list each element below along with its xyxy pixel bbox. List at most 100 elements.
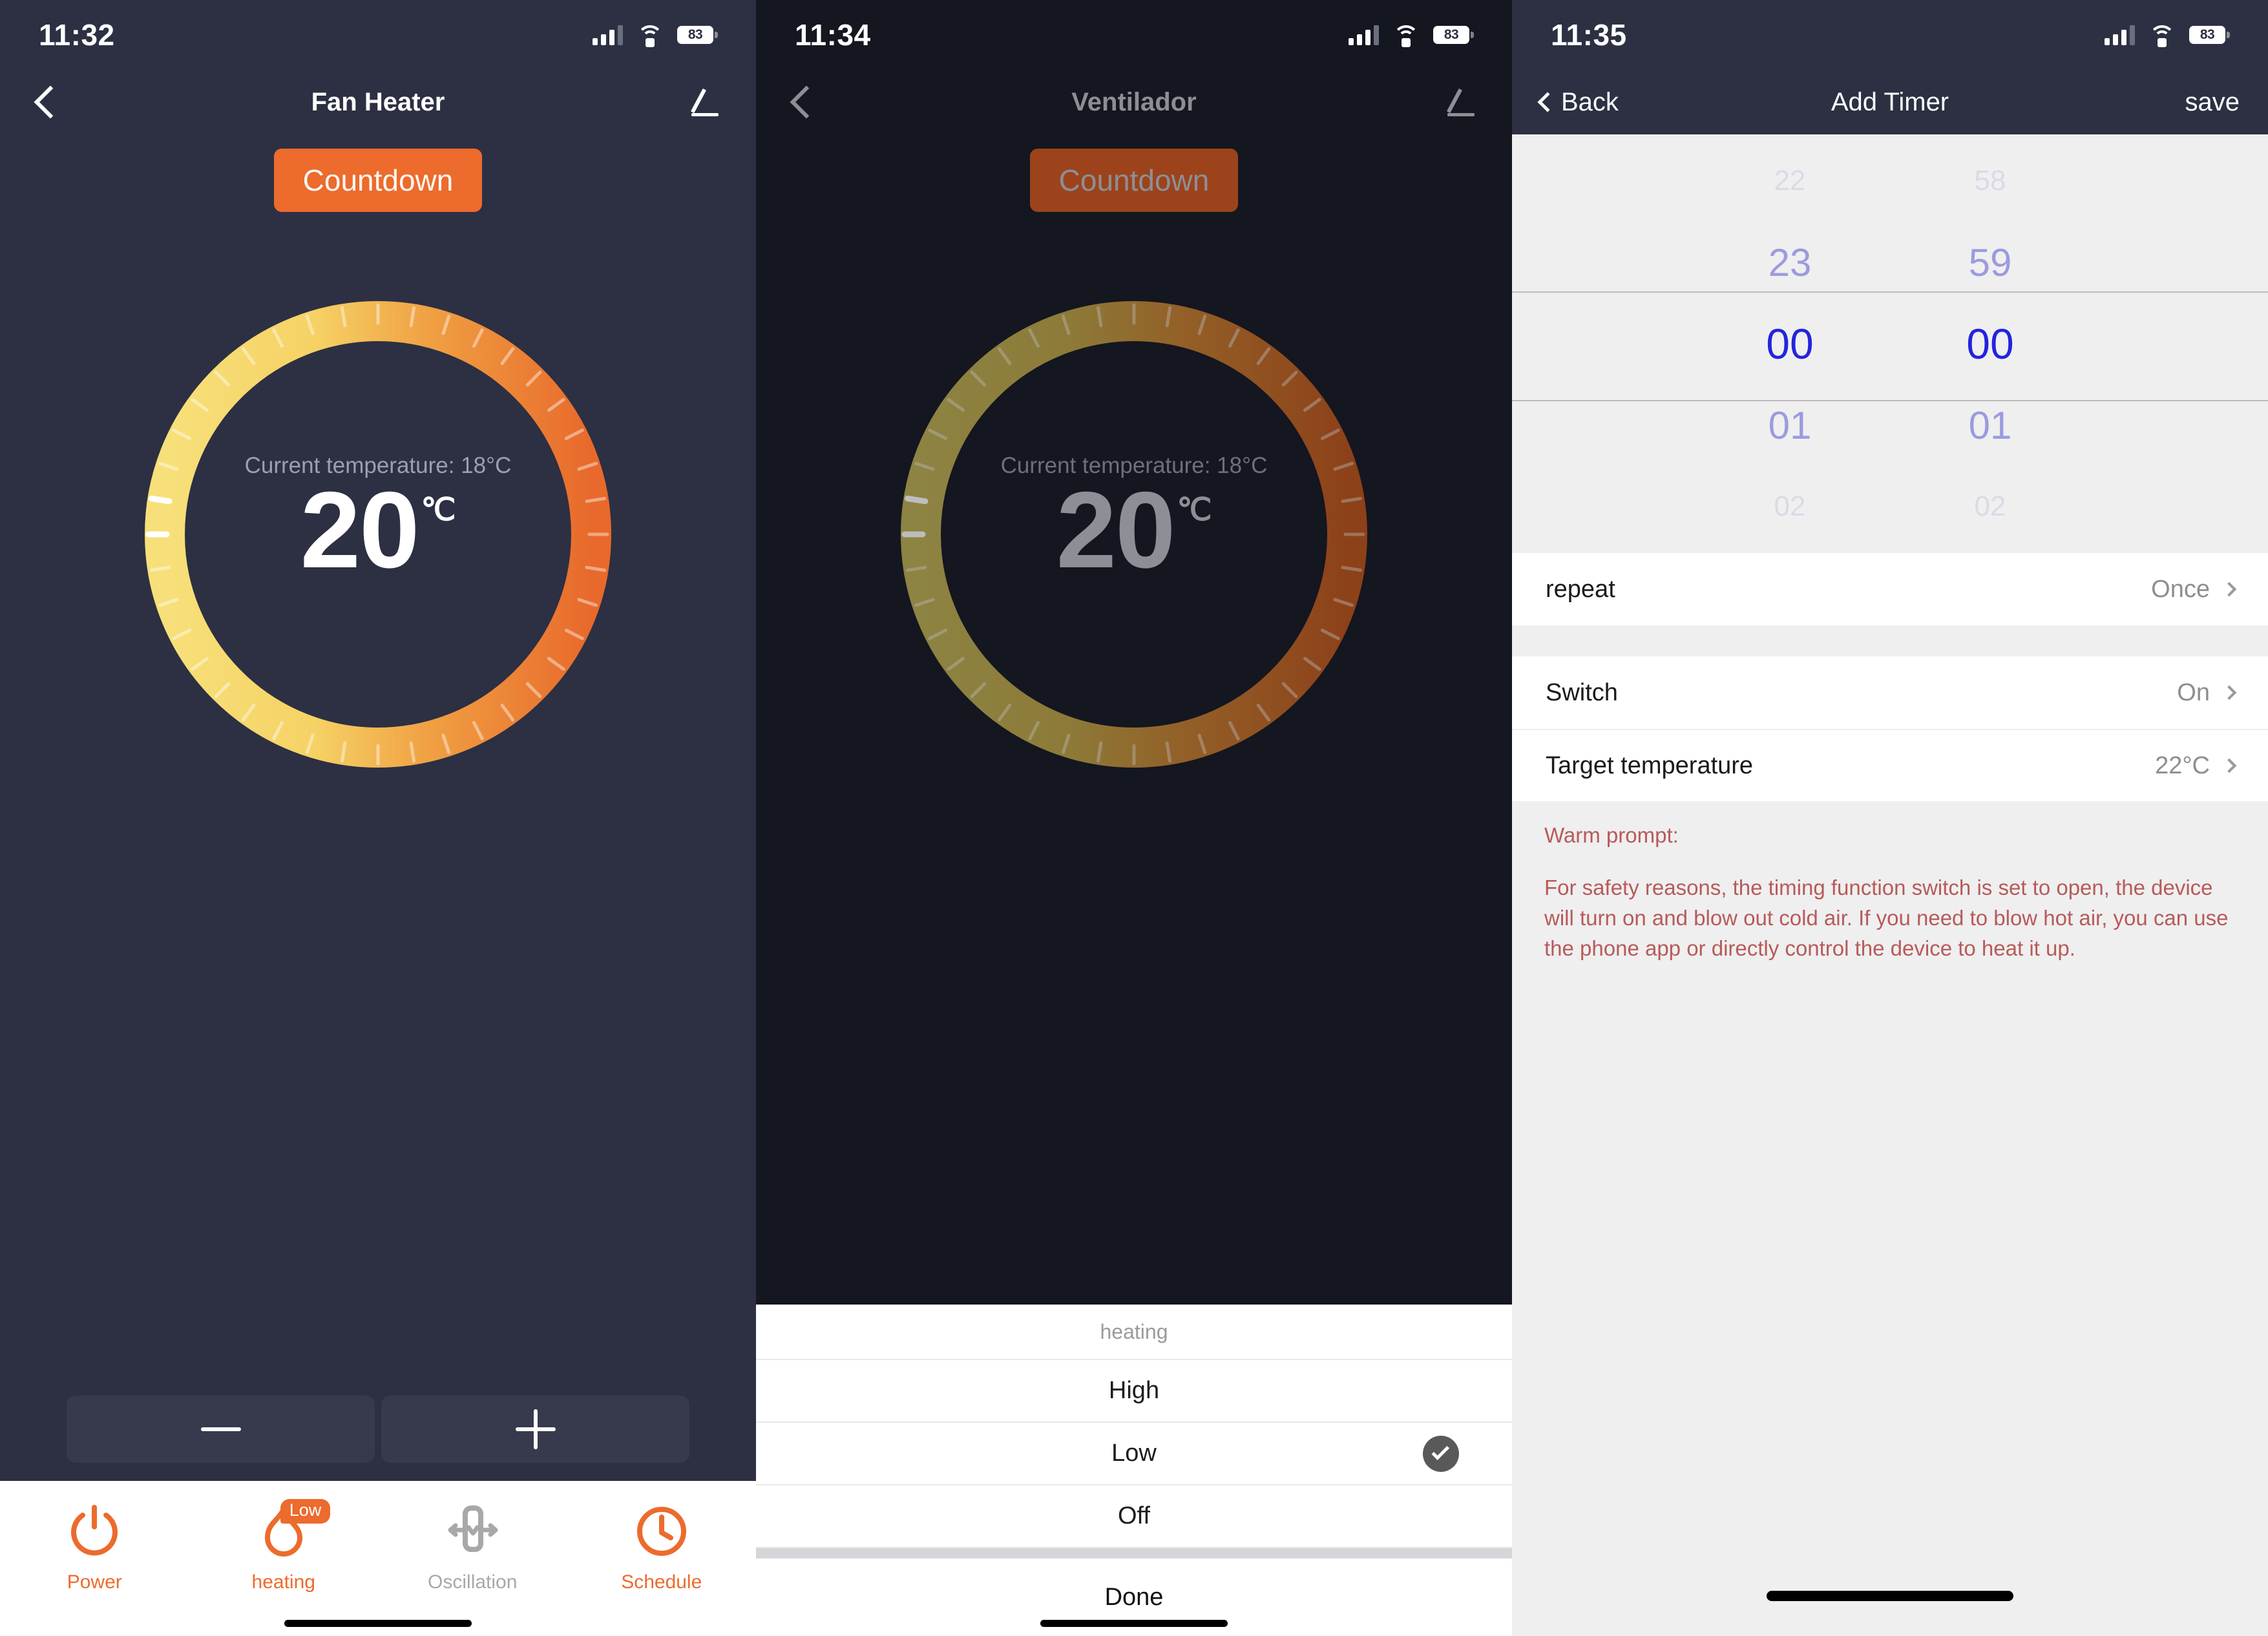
panel-fan-heater: 11:32 83 Fan Heater Countdown Current te… — [0, 0, 756, 1636]
battery-level: 83 — [2200, 27, 2215, 42]
row-label: repeat — [1546, 575, 1615, 603]
tab-schedule[interactable]: Schedule — [567, 1502, 757, 1593]
signal-icon — [1349, 25, 1379, 45]
page-title: Ventilador — [1071, 87, 1197, 116]
status-bar: 11:34 83 — [756, 0, 1512, 70]
set-temperature: 20 ℃ — [1056, 469, 1212, 591]
save-button[interactable]: save — [2185, 88, 2240, 117]
sheet-option-high[interactable]: High — [756, 1360, 1512, 1423]
row-repeat[interactable]: repeat Once — [1512, 553, 2268, 625]
hour-option[interactable]: 01 — [1769, 384, 1812, 466]
tab-label: Schedule — [621, 1571, 702, 1593]
home-indicator — [284, 1620, 472, 1627]
wifi-icon — [637, 25, 663, 47]
sheet-title: heating — [756, 1305, 1512, 1360]
battery-icon: 83 — [677, 26, 718, 44]
hour-wheel[interactable]: 22 23 00 01 02 — [1690, 140, 1890, 547]
clock-icon — [636, 1502, 688, 1561]
check-icon — [1423, 1435, 1459, 1472]
nav-bar: Fan Heater — [0, 70, 756, 134]
status-time: 11:35 — [1551, 18, 1627, 52]
increase-temperature-button[interactable] — [381, 1396, 689, 1463]
minute-option-selected[interactable]: 00 — [1966, 303, 2013, 384]
tab-power[interactable]: Power — [0, 1502, 189, 1593]
set-temperature-unit: ℃ — [421, 493, 456, 528]
section-gap — [1512, 625, 2268, 656]
set-temperature-value: 20 — [1056, 469, 1176, 591]
row-label: Switch — [1546, 678, 1618, 706]
panel-add-timer: 11:35 83 Back Add Timer save 22 23 00 01 — [1512, 0, 2268, 1636]
minute-option[interactable]: 01 — [1969, 384, 2012, 466]
stepper-controls — [0, 1396, 756, 1463]
wifi-icon — [1393, 25, 1419, 47]
chevron-right-icon — [2221, 582, 2237, 597]
row-label: Target temperature — [1546, 751, 1754, 779]
set-temperature-unit: ℃ — [1177, 493, 1212, 528]
three-panel-screenshot: 11:32 83 Fan Heater Countdown Current te… — [0, 0, 2268, 1636]
minute-option[interactable]: 58 — [1975, 140, 2006, 222]
tab-label: Oscillation — [428, 1571, 518, 1593]
panel-ventilador: 11:34 83 Ventilador Countdown Current te… — [756, 0, 1512, 1636]
sheet-option-label: Off — [1118, 1502, 1150, 1529]
hour-option[interactable]: 22 — [1774, 140, 1806, 222]
status-icons: 83 — [2105, 25, 2230, 47]
picker-selection-line-bottom — [1512, 400, 2268, 401]
chevron-right-icon — [2221, 758, 2237, 773]
status-time: 11:32 — [39, 18, 115, 52]
sheet-option-off[interactable]: Off — [756, 1485, 1512, 1548]
countdown-row: Countdown — [756, 149, 1512, 212]
time-picker[interactable]: 22 23 00 01 02 58 59 00 01 02 — [1512, 134, 2268, 553]
pencil-icon[interactable] — [1446, 87, 1477, 118]
status-bar: 11:32 83 — [0, 0, 756, 70]
dial-center: Current temperature: 18°C 20 ℃ — [879, 279, 1389, 790]
power-icon — [70, 1502, 119, 1561]
tab-oscillation[interactable]: Oscillation — [378, 1502, 567, 1593]
tab-heating[interactable]: Low heating — [189, 1499, 379, 1593]
heating-level-badge: Low — [280, 1499, 331, 1524]
minute-option[interactable]: 02 — [1975, 466, 2006, 547]
tab-label: heating — [251, 1571, 315, 1593]
countdown-row: Countdown — [0, 149, 756, 212]
battery-level: 83 — [1444, 27, 1459, 42]
home-indicator — [1767, 1591, 2013, 1601]
temperature-dial[interactable]: Current temperature: 18°C 20 ℃ — [879, 279, 1389, 790]
bottom-tab-bar: Power Low heating Oscillation Schedule — [0, 1481, 756, 1636]
page-title: Fan Heater — [311, 87, 445, 116]
decrease-temperature-button[interactable] — [67, 1396, 375, 1463]
wifi-icon — [2149, 25, 2175, 47]
minute-wheel[interactable]: 58 59 00 01 02 — [1890, 140, 2090, 547]
heating-action-sheet: heating High Low Off Done — [756, 1305, 1512, 1636]
temperature-dial[interactable]: Current temperature: 18°C 20 ℃ — [123, 279, 633, 790]
set-temperature: 20 ℃ — [300, 469, 456, 591]
sheet-option-label: High — [1108, 1377, 1160, 1404]
battery-icon: 83 — [1433, 26, 1474, 44]
row-value: On — [2177, 678, 2210, 706]
countdown-button[interactable]: Countdown — [274, 149, 482, 212]
status-bar: 11:35 83 — [1512, 0, 2268, 70]
row-value: Once — [2151, 575, 2210, 603]
set-temperature-value: 20 — [300, 469, 420, 591]
warm-prompt-heading: Warm prompt: — [1544, 823, 1679, 847]
sheet-divider — [756, 1548, 1512, 1558]
dial-center: Current temperature: 18°C 20 ℃ — [123, 279, 633, 790]
warm-prompt-body: For safety reasons, the timing function … — [1544, 875, 2229, 960]
home-indicator — [1040, 1620, 1228, 1627]
signal-icon — [593, 25, 623, 45]
sheet-option-low[interactable]: Low — [756, 1423, 1512, 1485]
sheet-option-label: Low — [1111, 1440, 1157, 1467]
tab-label: Power — [67, 1571, 122, 1593]
pencil-icon[interactable] — [690, 87, 721, 118]
status-time: 11:34 — [795, 18, 871, 52]
picker-selection-line-top — [1512, 291, 2268, 293]
row-switch[interactable]: Switch On — [1512, 656, 2268, 729]
signal-icon — [2105, 25, 2135, 45]
chevron-right-icon — [2221, 685, 2237, 700]
hour-option[interactable]: 02 — [1774, 466, 1806, 547]
hour-option-selected[interactable]: 00 — [1766, 303, 1813, 384]
row-target-temperature[interactable]: Target temperature 22°C — [1512, 729, 2268, 801]
countdown-button[interactable]: Countdown — [1030, 149, 1238, 212]
nav-bar: Back Add Timer save — [1512, 70, 2268, 134]
nav-bar: Ventilador — [756, 70, 1512, 134]
page-title: Add Timer — [1831, 87, 1949, 116]
oscillation-icon — [443, 1502, 502, 1561]
